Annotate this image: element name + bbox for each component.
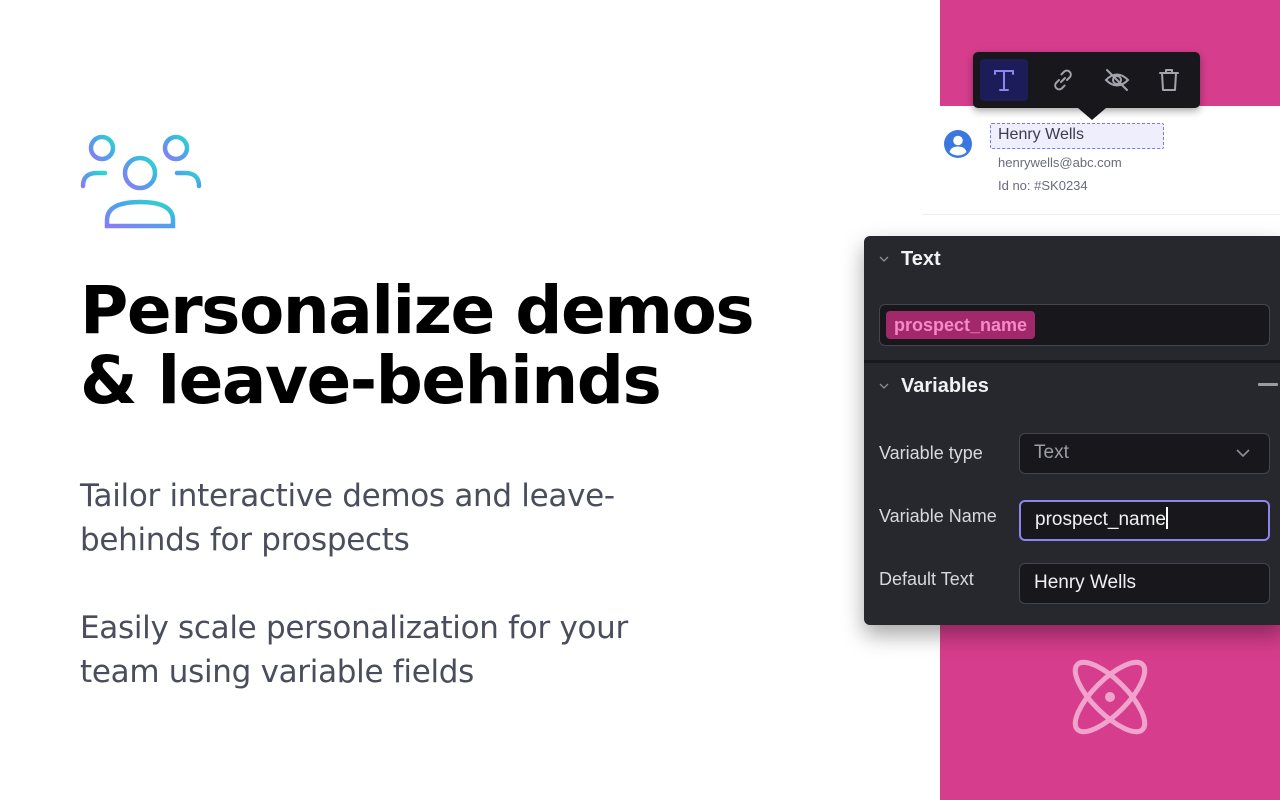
text-content-input[interactable]: prospect_name: [879, 304, 1270, 346]
profile-email: henrywells@abc.com: [998, 155, 1122, 170]
description-2-line-1: Easily scale personalization for your: [80, 610, 628, 646]
variables-section-title: Variables: [901, 374, 989, 397]
text-caret: [1165, 506, 1168, 529]
eye-off-icon: [1104, 69, 1130, 91]
profile-card: Henry Wells henrywells@abc.com Id no: #S…: [922, 106, 1280, 246]
description-1-line-1: Tailor interactive demos and leave-: [80, 478, 615, 514]
description-1-line-2: behinds for prospects: [80, 522, 410, 558]
profile-id: Id no: #SK0234: [998, 178, 1088, 193]
link-icon: [1054, 69, 1072, 91]
atom-icon: [1072, 659, 1148, 735]
variable-name-input[interactable]: prospect_name: [1019, 500, 1270, 541]
variable-chip[interactable]: prospect_name: [886, 311, 1036, 339]
title-line-2: & leave-behinds: [80, 342, 662, 419]
card-divider: [922, 214, 1280, 215]
chevron-down-icon: [1236, 449, 1250, 458]
variable-name-label: Variable Name: [879, 506, 997, 526]
user-avatar-icon: [944, 130, 972, 158]
description-2-line-2: team using variable fields: [80, 654, 475, 690]
users-group-icon: [80, 134, 202, 229]
delete-button[interactable]: [1145, 59, 1193, 101]
collapse-icon[interactable]: [1258, 383, 1278, 386]
title-line-1: Personalize demos: [80, 272, 755, 349]
text-section-title: Text: [901, 247, 941, 270]
text-button[interactable]: [980, 59, 1028, 101]
page-title: Personalize demos & leave-behinds: [80, 276, 840, 416]
default-text-label: Default Text: [879, 569, 974, 589]
chevron-down-icon: [879, 383, 889, 389]
text-type-icon: [994, 70, 1014, 91]
variables-section-header[interactable]: Variables: [864, 363, 1280, 409]
variable-type-label: Variable type: [879, 443, 983, 463]
variable-type-select[interactable]: Text: [1019, 433, 1270, 474]
properties-panel: Text prospect_name Variables Variable ty…: [864, 236, 1280, 625]
variable-name-value: prospect_name: [1035, 509, 1166, 530]
chevron-down-icon: [879, 256, 889, 262]
description-1: Tailor interactive demos and leave- behi…: [80, 474, 720, 562]
description-2: Easily scale personalization for your te…: [80, 606, 720, 694]
hide-button[interactable]: [1093, 59, 1141, 101]
text-section-header[interactable]: Text: [864, 236, 1280, 282]
link-button[interactable]: [1039, 59, 1087, 101]
default-text-input[interactable]: Henry Wells: [1019, 563, 1270, 604]
element-toolbar: [973, 52, 1200, 120]
trash-icon: [1159, 69, 1179, 91]
default-text-value: Henry Wells: [1034, 572, 1137, 593]
variable-type-value: Text: [1034, 442, 1069, 463]
profile-name-selected[interactable]: Henry Wells: [990, 123, 1164, 149]
